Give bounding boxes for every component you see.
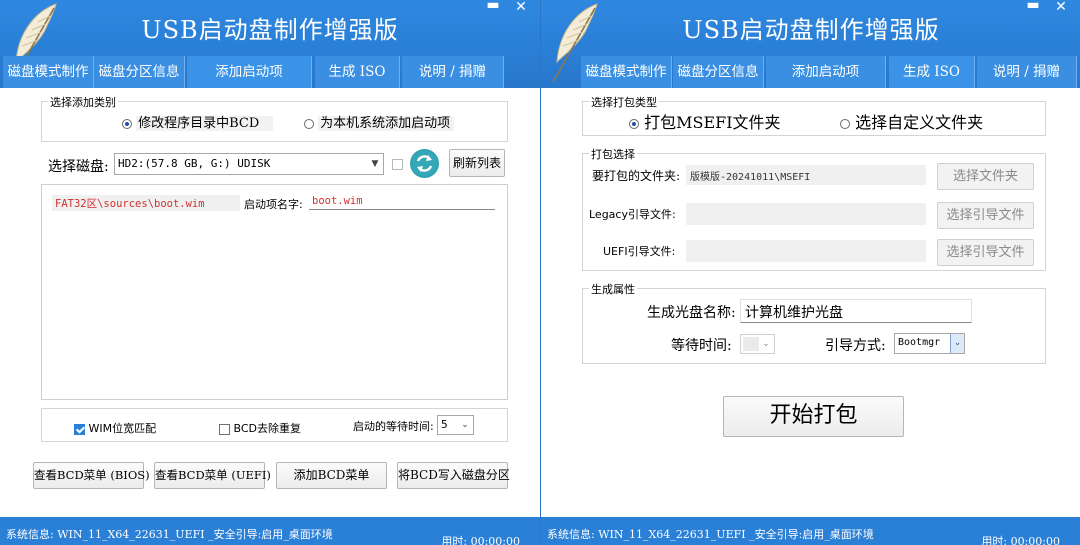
boot-mode-label: 引导方式: <box>825 338 886 354</box>
select-disk-label: 选择磁盘: <box>48 159 109 175</box>
radio-pack-msefi[interactable]: 打包MSEFI文件夹 <box>629 109 781 133</box>
uefi-boot-input[interactable] <box>686 240 926 262</box>
radio-unselected-icon <box>840 118 850 129</box>
group-label: 选择添加类别 <box>48 94 118 110</box>
elapsed-time: 用时: 00:00:00 <box>981 535 1060 545</box>
tab-partition-info[interactable]: 磁盘分区信息 <box>94 56 185 88</box>
group-label: 打包选择 <box>589 146 637 162</box>
boot-mode-select[interactable]: Bootmgr ⌄ <box>894 333 965 354</box>
choose-folder-button[interactable]: 选择文件夹 <box>937 163 1034 190</box>
system-info: 系统信息: WIN_11_X64_22631_UEFI _安全引导:启用_桌面环… <box>547 528 874 541</box>
title-bar: USB启动盘制作增强版 ▬ ✕ 磁盘模式制作 磁盘分区信息 添加启动项 生成 I… <box>0 0 540 88</box>
pack-folder-input[interactable]: 版模版-20241011\MSEFI <box>686 165 926 185</box>
choose-uefi-boot-button[interactable]: 选择引导文件 <box>937 239 1034 266</box>
view-bcd-uefi-button[interactable]: 查看BCD菜单 (UEFI) <box>154 462 271 489</box>
start-pack-button[interactable]: 开始打包 <box>723 396 904 437</box>
app-title: USB启动盘制作增强版 <box>141 16 399 44</box>
options-row: WIM位宽匹配 BCD去除重复 启动的等待时间: 5 ⌄ <box>41 408 508 442</box>
group-label: 选择打包类型 <box>589 94 659 110</box>
group-gen-props: 生成属性 生成光盘名称: 计算机维护光盘 等待时间: ⌄ 引导方式: Bootm… <box>582 281 1046 364</box>
boot-entry-name-input[interactable]: boot.wim <box>309 194 495 210</box>
tab-add-boot-entry[interactable]: 添加启动项 <box>766 56 886 88</box>
wait-time-label: 启动的等待时间: <box>353 420 434 433</box>
title-bar: USB启动盘制作增强版 ▬ ✕ 磁盘模式制作 磁盘分区信息 添加启动项 生成 I… <box>541 0 1080 88</box>
tab-generate-iso[interactable]: 生成 ISO <box>315 56 400 88</box>
group-pack-select: 打包选择 要打包的文件夹: 版模版-20241011\MSEFI 选择文件夹 L… <box>582 146 1046 271</box>
radio-unselected-icon <box>304 118 314 129</box>
boot-entry-list: FAT32区\sources\boot.wim 启动项名字: boot.wim <box>41 184 508 400</box>
wait-time-label: 等待时间: <box>671 338 732 354</box>
tab-help-donate[interactable]: 说明 / 捐赠 <box>402 56 504 88</box>
tab-add-boot-entry[interactable]: 添加启动项 <box>187 56 312 88</box>
window-generate-iso: USB启动盘制作增强版 ▬ ✕ 磁盘模式制作 磁盘分区信息 添加启动项 生成 I… <box>541 0 1080 545</box>
boot-entry-name-label: 启动项名字: <box>244 198 303 211</box>
tab-help-donate[interactable]: 说明 / 捐赠 <box>977 56 1077 88</box>
pack-folder-label: 要打包的文件夹: <box>592 169 681 183</box>
radio-selected-icon <box>122 118 132 129</box>
boot-entry-path: FAT32区\sources\boot.wim <box>52 195 240 211</box>
app-title: USB启动盘制作增强版 <box>682 16 940 44</box>
legacy-boot-label: Legacy引导文件: <box>589 208 676 221</box>
radio-selected-icon <box>629 118 639 129</box>
radio-custom-folder[interactable]: 选择自定义文件夹 <box>840 109 983 133</box>
bcd-dedup-checkbox[interactable]: BCD去除重复 <box>219 420 301 436</box>
disc-name-label: 生成光盘名称: <box>647 305 736 321</box>
tab-panel-add-boot-entry: 选择添加类别 修改程序目录中BCD 为本机系统添加启动项 选择磁盘: HD2:(… <box>0 88 540 517</box>
wim-match-checkbox[interactable]: WIM位宽匹配 <box>74 420 156 436</box>
legacy-boot-input[interactable] <box>686 203 926 225</box>
add-bcd-menu-button[interactable]: 添加BCD菜单 <box>276 462 387 489</box>
wait-time-select[interactable]: ⌄ <box>740 334 775 354</box>
tab-generate-iso[interactable]: 生成 ISO <box>889 56 975 88</box>
tab-disk-mode[interactable]: 磁盘模式制作 <box>3 56 94 88</box>
elapsed-time: 用时: 00:00:00 <box>441 535 520 545</box>
group-pack-type: 选择打包类型 打包MSEFI文件夹 选择自定义文件夹 <box>582 94 1046 136</box>
chevron-down-icon: ▼ <box>371 159 379 169</box>
disk-option-checkbox[interactable] <box>392 159 403 170</box>
window-add-boot-entry: USB启动盘制作增强版 ▬ ✕ 磁盘模式制作 磁盘分区信息 添加启动项 生成 I… <box>0 0 540 545</box>
status-bar: 系统信息: WIN_11_X64_22631_UEFI _安全引导:启用_桌面环… <box>0 517 540 545</box>
chevron-down-icon: ⌄ <box>762 339 770 349</box>
write-bcd-partition-button[interactable]: 将BCD写入磁盘分区 <box>397 462 510 489</box>
group-label: 生成属性 <box>589 281 637 297</box>
close-button[interactable]: ✕ <box>512 0 530 15</box>
status-bar: 系统信息: WIN_11_X64_22631_UEFI _安全引导:启用_桌面环… <box>541 517 1080 545</box>
checkbox-checked-icon <box>74 423 85 435</box>
group-add-type: 选择添加类别 修改程序目录中BCD 为本机系统添加启动项 <box>41 94 508 142</box>
radio-add-local-entry[interactable]: 为本机系统添加启动项 <box>304 112 455 131</box>
disc-name-input[interactable]: 计算机维护光盘 <box>740 299 972 323</box>
refresh-list-button[interactable]: 刷新列表 <box>449 149 505 177</box>
checkbox-unchecked-icon <box>219 423 230 435</box>
tab-disk-mode[interactable]: 磁盘模式制作 <box>581 56 672 88</box>
close-button[interactable]: ✕ <box>1052 0 1070 15</box>
view-bcd-bios-button[interactable]: 查看BCD菜单 (BIOS) <box>33 462 150 489</box>
disk-select[interactable]: HD2:(57.8 GB, G:) UDISK ▼ <box>114 153 384 175</box>
chevron-down-icon: ⌄ <box>950 334 964 353</box>
uefi-boot-label: UEFI引导文件: <box>603 245 676 258</box>
minimize-button[interactable]: ▬ <box>1024 0 1042 13</box>
wait-time-select[interactable]: 5 ⌄ <box>437 415 474 435</box>
chevron-down-icon: ⌄ <box>461 420 469 430</box>
choose-legacy-boot-button[interactable]: 选择引导文件 <box>937 202 1034 229</box>
tab-panel-generate-iso: 选择打包类型 打包MSEFI文件夹 选择自定义文件夹 打包选择 要打包的文件夹:… <box>541 88 1080 517</box>
tab-partition-info[interactable]: 磁盘分区信息 <box>673 56 764 88</box>
minimize-button[interactable]: ▬ <box>484 0 502 13</box>
refresh-icon[interactable] <box>410 149 439 178</box>
radio-modify-bcd[interactable]: 修改程序目录中BCD <box>122 112 274 131</box>
system-info: 系统信息: WIN_11_X64_22631_UEFI _安全引导:启用_桌面环… <box>6 528 333 541</box>
